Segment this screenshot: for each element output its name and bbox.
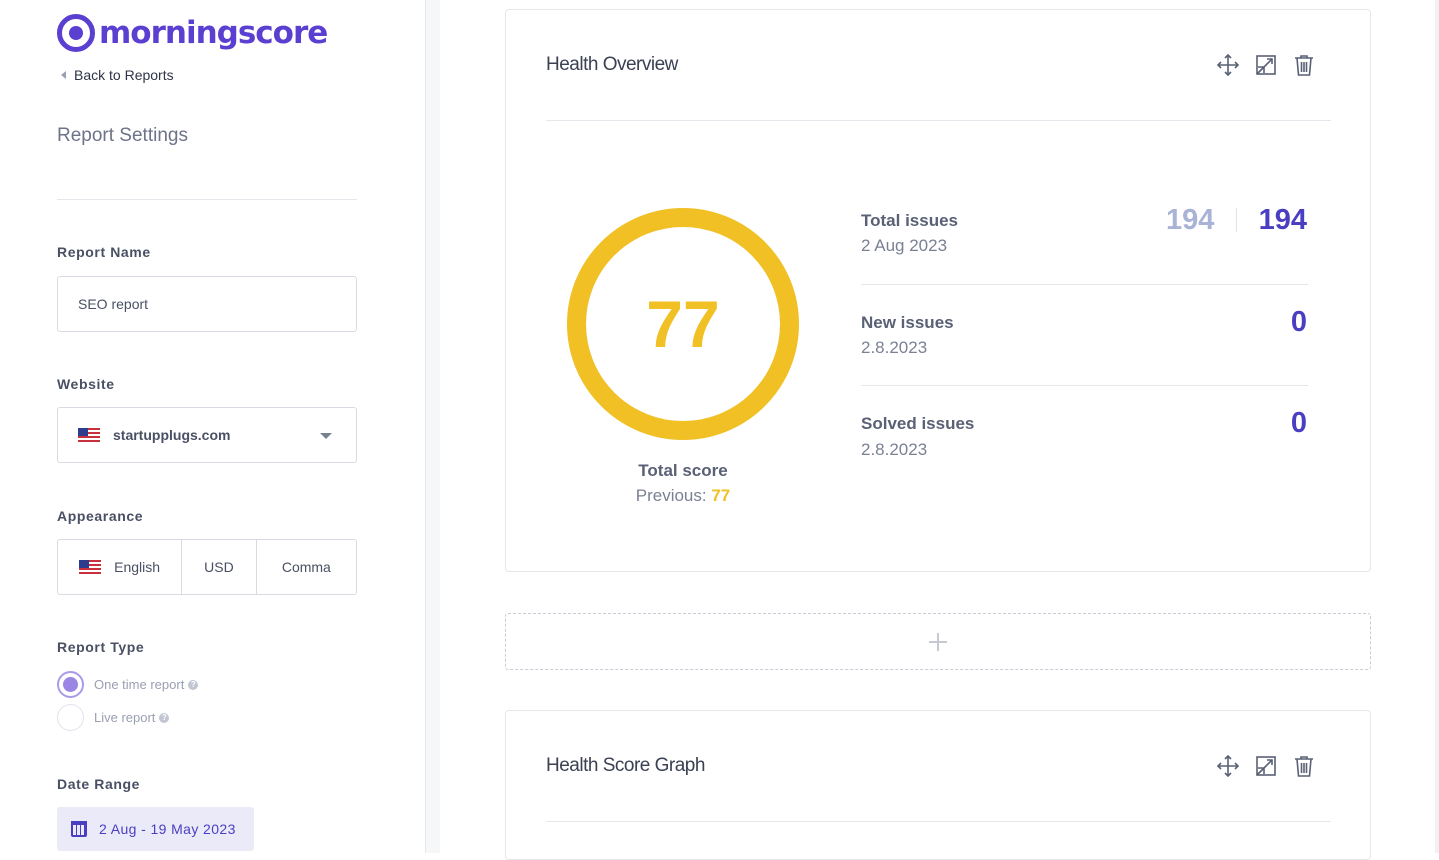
health-score-gauge: 77 xyxy=(567,208,799,440)
logo-text: morningscore xyxy=(99,15,328,51)
date-range-value: 2 Aug - 19 May 2023 xyxy=(99,821,236,837)
us-flag-icon xyxy=(79,560,102,574)
stat-new-issues-label: New issues xyxy=(861,313,954,332)
stat-solved-issues-label: Solved issues xyxy=(861,414,975,433)
previous-score: Previous: 77 xyxy=(583,486,783,506)
currency-value: USD xyxy=(204,559,234,575)
card-title: Health Score Graph xyxy=(546,755,705,776)
sidebar: morningscore Back to Reports Report Sett… xyxy=(0,0,426,853)
separator-value: Comma xyxy=(281,559,331,575)
scrollbar[interactable] xyxy=(1435,0,1439,853)
radio-live-report[interactable]: Live report ? xyxy=(57,704,170,731)
radio-button[interactable] xyxy=(57,704,84,731)
report-name-value: SEO report xyxy=(78,296,149,312)
appearance-label: Appearance xyxy=(57,508,144,524)
calendar-icon xyxy=(71,821,87,837)
card-actions xyxy=(1216,754,1316,778)
plus-icon xyxy=(929,632,947,651)
card-divider xyxy=(546,821,1331,822)
stat-total-issues-date: 2 Aug 2023 xyxy=(861,236,948,255)
separator-select[interactable]: Comma xyxy=(257,540,356,594)
radio-label: One time report xyxy=(94,677,185,692)
stat-new-issues-value: 0 xyxy=(1290,306,1307,338)
stat-total-issues-previous: 194 xyxy=(1166,204,1215,236)
resize-icon[interactable] xyxy=(1254,53,1278,77)
add-widget-button[interactable] xyxy=(505,613,1371,670)
help-icon[interactable]: ? xyxy=(159,712,170,723)
stat-total-issues-value: 194 xyxy=(1258,204,1307,236)
previous-value: 77 xyxy=(711,486,731,505)
stat-solved-issues-date: 2.8.2023 xyxy=(861,440,928,459)
back-label: Back to Reports xyxy=(74,67,174,83)
resize-icon[interactable] xyxy=(1254,754,1278,778)
website-label: Website xyxy=(57,376,115,392)
us-flag-icon xyxy=(78,428,100,442)
report-name-input[interactable]: SEO report xyxy=(57,276,357,332)
card-divider xyxy=(546,120,1331,121)
move-icon[interactable] xyxy=(1216,754,1240,778)
page-title: Report Settings xyxy=(57,125,188,146)
trash-icon[interactable] xyxy=(1292,754,1316,778)
score-value: 77 xyxy=(646,287,720,361)
trash-icon[interactable] xyxy=(1292,53,1316,77)
report-type-label: Report Type xyxy=(57,639,145,655)
divider xyxy=(861,385,1308,386)
chevron-down-icon xyxy=(320,433,332,439)
stat-solved-issues-value: 0 xyxy=(1290,407,1307,439)
total-score-label: Total score xyxy=(638,461,728,480)
date-range-label: Date Range xyxy=(57,776,141,792)
divider xyxy=(57,199,357,200)
radio-button[interactable] xyxy=(57,671,84,698)
previous-label: Previous: xyxy=(635,486,707,505)
divider xyxy=(861,284,1308,285)
card-actions xyxy=(1216,53,1316,77)
logo-icon xyxy=(57,14,95,52)
appearance-selector: English USD Comma xyxy=(57,539,357,595)
language-select[interactable]: English xyxy=(58,540,183,594)
date-range-picker[interactable]: 2 Aug - 19 May 2023 xyxy=(57,807,254,851)
back-to-reports-link[interactable]: Back to Reports xyxy=(61,67,174,83)
currency-select[interactable]: USD xyxy=(182,540,257,594)
language-value: English xyxy=(114,559,161,575)
website-select[interactable]: startupplugs.com xyxy=(57,407,357,463)
report-name-label: Report Name xyxy=(57,244,151,260)
logo[interactable]: morningscore xyxy=(57,14,328,52)
health-score-graph-card: Health Score Graph xyxy=(505,710,1371,860)
card-title: Health Overview xyxy=(546,54,678,75)
radio-one-time-report[interactable]: One time report ? xyxy=(57,671,199,698)
radio-label: Live report xyxy=(94,710,156,725)
divider xyxy=(1236,208,1237,232)
stat-total-issues-label: Total issues xyxy=(861,211,958,230)
move-icon[interactable] xyxy=(1216,53,1240,77)
stat-new-issues-date: 2.8.2023 xyxy=(861,338,928,357)
website-value: startupplugs.com xyxy=(113,427,231,443)
help-icon[interactable]: ? xyxy=(188,679,199,690)
chevron-left-icon xyxy=(61,71,66,79)
